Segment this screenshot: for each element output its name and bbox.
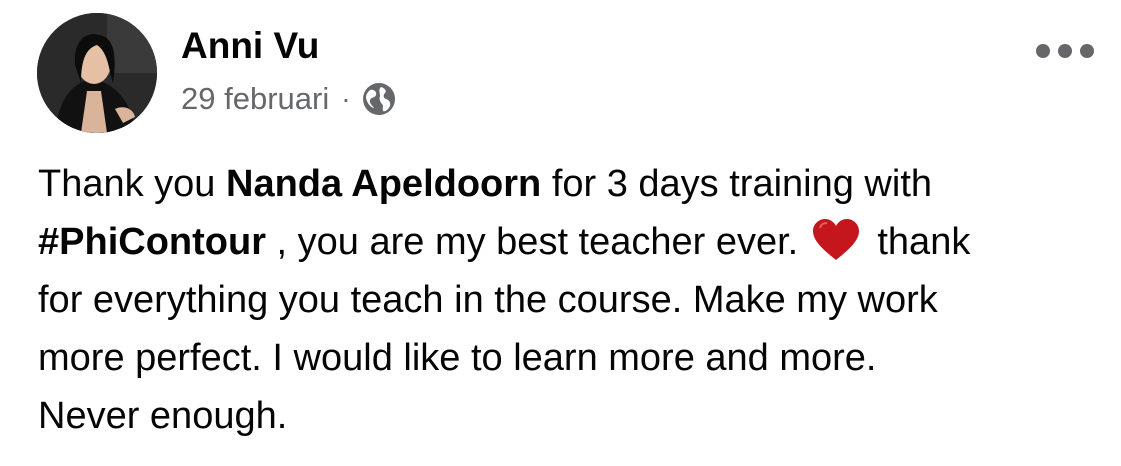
more-options-icon[interactable] [1036,36,1094,66]
avatar-photo [37,13,157,133]
mention-link[interactable]: Nanda Apeldoorn [226,163,541,205]
post-meta: 29 februari · [181,79,397,119]
text-segment: , you are my best teacher ever. [265,221,809,263]
meta-separator: · [341,83,351,114]
avatar[interactable] [37,13,157,133]
post-text-line: more perfect. I would like to learn more… [38,337,877,379]
text-segment: for 3 days training with [541,163,933,205]
post-text-line: #PhiContour , you are my best teacher ev… [38,213,1098,271]
heart-emoji-icon [811,218,861,262]
post-text: Thank you Nanda Apeldoorn for 3 days tra… [38,155,1098,445]
facebook-post: Anni Vu 29 februari · Thank you Nanda Ap… [0,0,1121,466]
author-name[interactable]: Anni Vu [181,24,319,68]
more-dot [1058,44,1072,58]
text-segment: thank [866,221,971,263]
text-segment: Thank you [38,163,226,205]
more-dot [1036,44,1050,58]
more-dot [1080,44,1094,58]
post-text-line: Never enough. [38,395,288,437]
globe-icon [361,81,397,117]
post-text-line: for everything you teach in the course. … [38,279,938,321]
hashtag-link[interactable]: #PhiContour [38,221,266,263]
post-date[interactable]: 29 februari [181,81,329,117]
post-text-line: Thank you Nanda Apeldoorn for 3 days tra… [38,155,1098,213]
